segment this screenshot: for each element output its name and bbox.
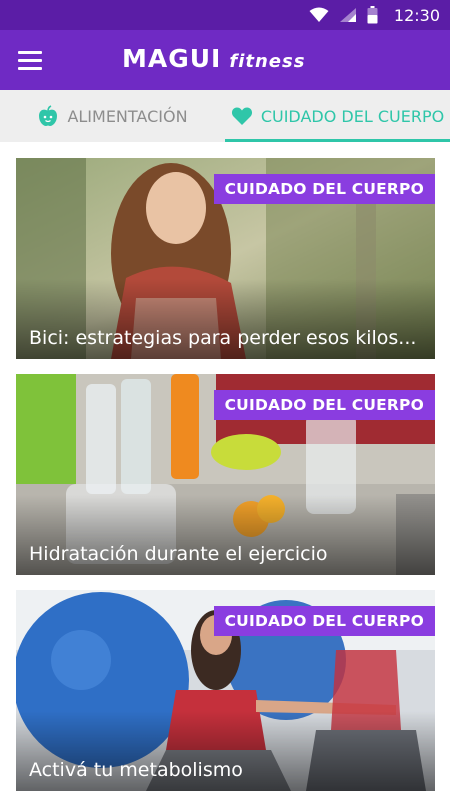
- app-bar: MAGUI fitness: [0, 30, 450, 90]
- tab-alimentacion[interactable]: ALIMENTACIÓN: [0, 90, 225, 142]
- status-time: 12:30: [393, 5, 440, 25]
- tab-alimentacion-label: ALIMENTACIÓN: [67, 106, 188, 126]
- logo-main-text: MAGUI: [122, 44, 222, 73]
- article-card[interactable]: CUIDADO DEL CUERPO Hidratación durante e…: [16, 374, 435, 575]
- article-title: Hidratación durante el ejercicio: [29, 543, 328, 565]
- tab-cuidado-del-cuerpo-label: CUIDADO DEL CUERPO: [260, 106, 445, 126]
- apple-icon: [39, 105, 58, 126]
- category-tabs: ALIMENTACIÓN CUIDADO DEL CUERPO: [0, 90, 450, 142]
- article-title: Bici: estrategias para perder esos kilos…: [29, 327, 417, 349]
- status-bar: 12:30: [0, 0, 450, 30]
- tab-cuidado-del-cuerpo[interactable]: CUIDADO DEL CUERPO: [225, 90, 450, 142]
- hamburger-menu-icon[interactable]: [12, 44, 48, 76]
- article-title: Activá tu metabolismo: [29, 759, 243, 781]
- article-card[interactable]: CUIDADO DEL CUERPO Bici: estrategias par…: [16, 158, 435, 359]
- signal-icon: [339, 8, 356, 22]
- status-icons: 12:30: [309, 0, 440, 30]
- category-badge: CUIDADO DEL CUERPO: [213, 390, 435, 420]
- category-badge: CUIDADO DEL CUERPO: [213, 606, 435, 636]
- category-badge: CUIDADO DEL CUERPO: [213, 174, 435, 204]
- article-list: CUIDADO DEL CUERPO Bici: estrategias par…: [16, 158, 435, 800]
- logo-sub-text: fitness: [229, 51, 306, 72]
- heart-icon: [231, 107, 252, 125]
- wifi-icon: [309, 7, 329, 22]
- article-card[interactable]: CUIDADO DEL CUERPO Activá tu metabolismo: [16, 590, 435, 791]
- app-logo: MAGUI fitness: [122, 44, 305, 76]
- battery-icon: [367, 6, 378, 24]
